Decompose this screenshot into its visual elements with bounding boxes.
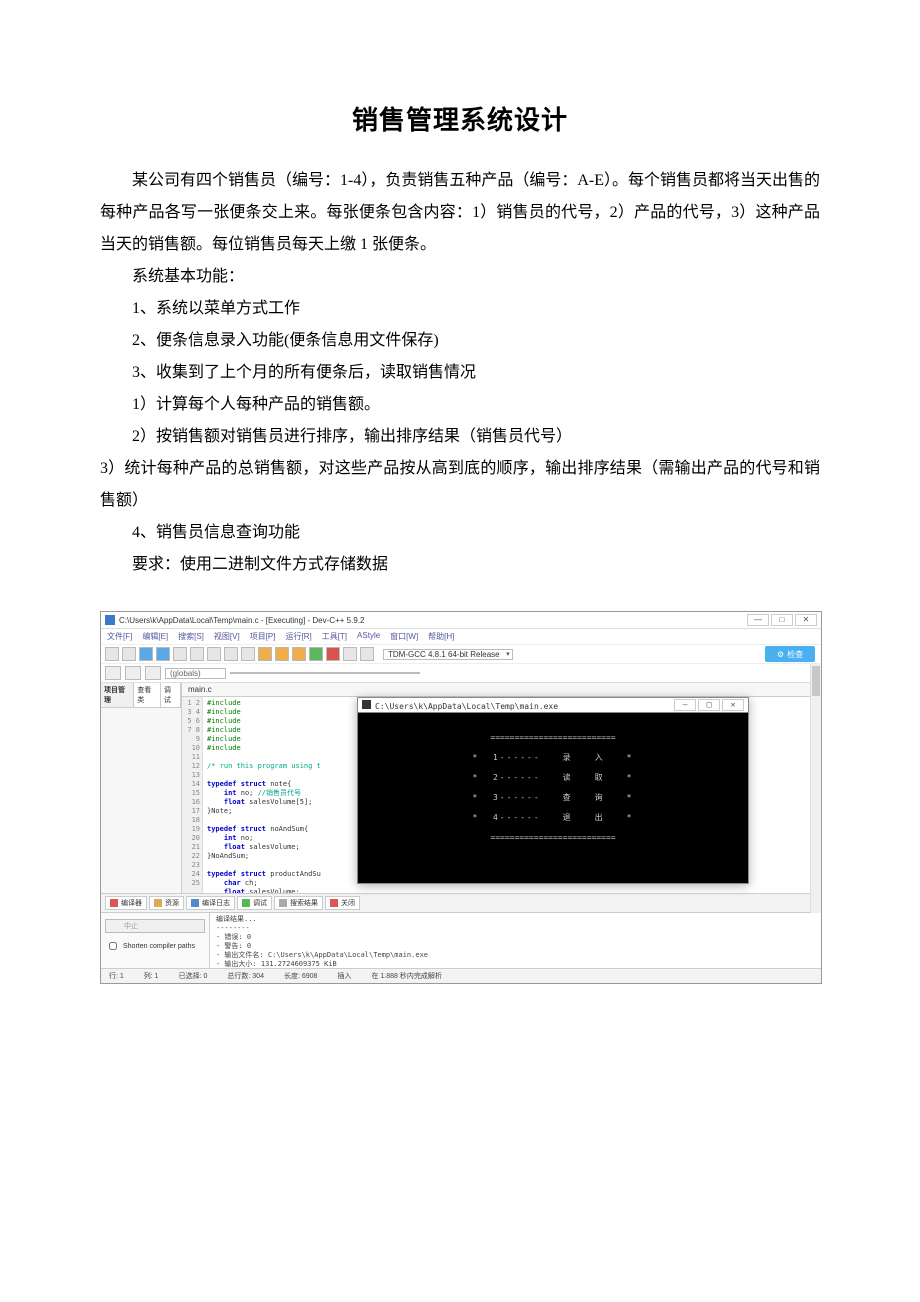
- menu-item[interactable]: 帮助[H]: [428, 631, 454, 642]
- status-mode: 插入: [337, 971, 351, 981]
- tab-compilelog[interactable]: 编译日志: [186, 896, 235, 910]
- symbol-dropdown[interactable]: [230, 672, 420, 674]
- menu-item[interactable]: 项目[P]: [250, 631, 276, 642]
- status-line: 行: 1: [109, 971, 124, 981]
- status-col: 列: 1: [144, 971, 159, 981]
- print-icon[interactable]: [173, 647, 187, 661]
- para: 4、销售员信息查询功能: [100, 517, 820, 549]
- menu-item[interactable]: 文件[F]: [107, 631, 132, 642]
- para: 某公司有四个销售员（编号：1-4），负责销售五种产品（编号：A-E）。每个销售员…: [100, 165, 820, 261]
- back-icon[interactable]: [105, 666, 121, 680]
- output-panel: 中止 Shorten compiler paths 编译结果... ------…: [101, 912, 821, 968]
- profile-icon[interactable]: [343, 647, 357, 661]
- console-minimize-button[interactable]: —: [674, 699, 696, 711]
- tab-debug[interactable]: 调试: [237, 896, 272, 910]
- status-sel: 已选择: 0: [179, 971, 208, 981]
- stop-icon[interactable]: [326, 647, 340, 661]
- forward-icon[interactable]: [125, 666, 141, 680]
- console-window: C:\Users\k\AppData\Local\Temp\main.exe —…: [357, 697, 749, 884]
- replace-icon[interactable]: [241, 647, 255, 661]
- window-title: C:\Users\k\AppData\Local\Temp\main.c - […: [119, 616, 364, 625]
- save-icon[interactable]: [139, 647, 153, 661]
- sidebar: 项目管理 查看类 调试: [101, 683, 182, 893]
- minimize-button[interactable]: —: [747, 614, 769, 626]
- inspect-icon: ⚙: [777, 650, 784, 659]
- side-tab-project[interactable]: 项目管理: [101, 683, 134, 707]
- tab-search[interactable]: 搜索结果: [274, 896, 323, 910]
- tab-compiler[interactable]: 编译器: [105, 896, 147, 910]
- doc-body: 某公司有四个销售员（编号：1-4），负责销售五种产品（编号：A-E）。每个销售员…: [100, 165, 820, 581]
- menu-item[interactable]: 视图[V]: [214, 631, 240, 642]
- redo-icon[interactable]: [207, 647, 221, 661]
- status-bar: 行: 1 列: 1 已选择: 0 总行数: 304 长度: 6908 插入 在 …: [101, 968, 821, 983]
- console-titlebar: C:\Users\k\AppData\Local\Temp\main.exe —…: [358, 698, 748, 713]
- console-close-button[interactable]: ✕: [722, 699, 744, 711]
- para: 1、系统以菜单方式工作: [100, 293, 820, 325]
- open-file-icon[interactable]: [122, 647, 136, 661]
- tab-resources[interactable]: 资源: [149, 896, 184, 910]
- para: 系统基本功能：: [100, 261, 820, 293]
- compile-run-icon[interactable]: [292, 647, 306, 661]
- compile-icon[interactable]: [258, 647, 272, 661]
- para: 要求：使用二进制文件方式存储数据: [100, 549, 820, 581]
- globals-dropdown[interactable]: (globals): [165, 668, 226, 679]
- shorten-paths-checkbox[interactable]: Shorten compiler paths: [105, 939, 205, 953]
- para: 3）统计每种产品的总销售额，对这些产品按从高到底的顺序，输出排序结果（需输出产品…: [100, 453, 820, 517]
- status-total: 总行数: 304: [227, 971, 264, 981]
- doc-title: 销售管理系统设计: [100, 100, 820, 137]
- console-title-text: C:\Users\k\AppData\Local\Temp\main.exe: [375, 702, 558, 711]
- side-tab-debug[interactable]: 调试: [161, 683, 181, 707]
- bookmark-icon[interactable]: [145, 666, 161, 680]
- inspect-badge[interactable]: ⚙ 检查: [765, 646, 815, 662]
- menu-item[interactable]: 搜索[S]: [178, 631, 204, 642]
- para: 2）按销售额对销售员进行排序，输出排序结果（销售员代号）: [100, 421, 820, 453]
- undo-icon[interactable]: [190, 647, 204, 661]
- new-file-icon[interactable]: [105, 647, 119, 661]
- vertical-scrollbar[interactable]: [810, 664, 821, 913]
- debug-icon[interactable]: [309, 647, 323, 661]
- para: 1）计算每个人每种产品的销售额。: [100, 389, 820, 421]
- status-parse: 在 1.888 秒内完成解析: [371, 971, 441, 981]
- toolbar: TDM-GCC 4.8.1 64-bit Release: [101, 645, 821, 664]
- run-icon[interactable]: [275, 647, 289, 661]
- saveall-icon[interactable]: [156, 647, 170, 661]
- line-gutter: 1 2 3 4 5 6 7 8 9 10 11 12 13 14 15 16 1…: [182, 697, 203, 893]
- side-tab-classes[interactable]: 查看类: [134, 683, 161, 707]
- trash-icon[interactable]: [360, 647, 374, 661]
- para: 3、收集到了上个月的所有便条后，读取销售情况: [100, 357, 820, 389]
- compiler-dropdown[interactable]: TDM-GCC 4.8.1 64-bit Release: [383, 649, 513, 660]
- para: 2、便条信息录入功能(便条信息用文件保存): [100, 325, 820, 357]
- window-titlebar: C:\Users\k\AppData\Local\Temp\main.c - […: [101, 612, 821, 629]
- menu-item[interactable]: 编辑[E]: [142, 631, 168, 642]
- console-maximize-button[interactable]: □: [698, 699, 720, 711]
- status-len: 长度: 6908: [284, 971, 317, 981]
- find-icon[interactable]: [224, 647, 238, 661]
- close-button[interactable]: ✕: [795, 614, 817, 626]
- abort-button[interactable]: 中止: [105, 919, 205, 933]
- nav-toolbar: (globals): [101, 664, 821, 683]
- menu-item[interactable]: 运行[R]: [285, 631, 311, 642]
- menu-item[interactable]: AStyle: [357, 631, 380, 642]
- file-tab[interactable]: main.c: [182, 683, 821, 697]
- menu-item[interactable]: 窗口[W]: [390, 631, 418, 642]
- exe-icon: [362, 700, 371, 709]
- bottom-tabs: 编译器 资源 编译日志 调试 搜索结果 关闭: [101, 893, 821, 912]
- menu-bar: 文件[F] 编辑[E] 搜索[S] 视图[V] 项目[P] 运行[R] 工具[T…: [101, 629, 821, 645]
- compile-log: 编译结果... -------- - 错误: 0 - 警告: 0 - 输出文件名…: [210, 913, 821, 968]
- console-output: ========================== * 1------录入* …: [358, 713, 748, 863]
- app-icon: [105, 615, 115, 625]
- ide-screenshot: C:\Users\k\AppData\Local\Temp\main.c - […: [100, 611, 822, 984]
- maximize-button[interactable]: □: [771, 614, 793, 626]
- menu-item[interactable]: 工具[T]: [322, 631, 347, 642]
- tab-close[interactable]: 关闭: [325, 896, 360, 910]
